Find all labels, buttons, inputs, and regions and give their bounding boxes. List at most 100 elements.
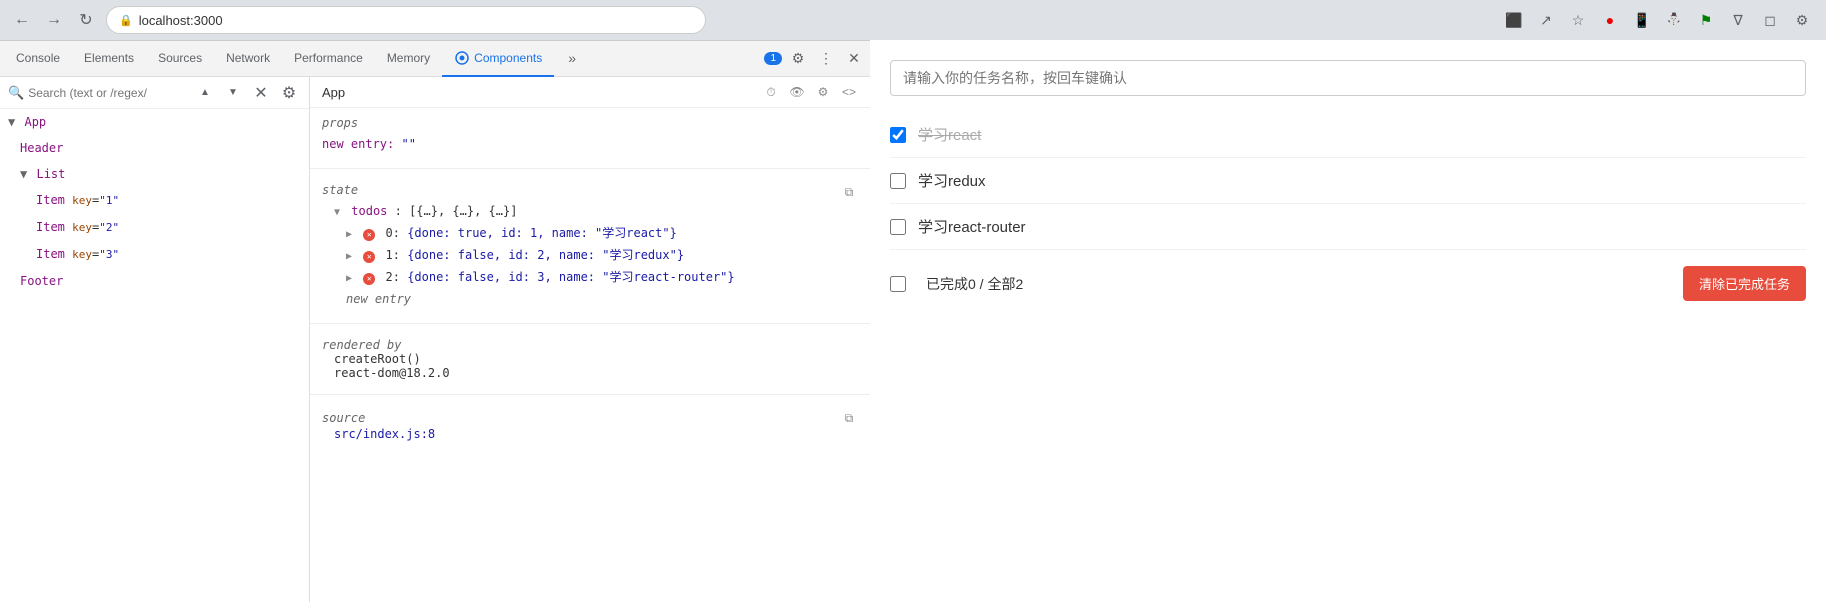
tree-item-item2[interactable]: Item key="2" xyxy=(0,214,309,241)
state-copy-button[interactable]: ⧉ xyxy=(840,183,858,201)
todo-checkbox-2[interactable] xyxy=(890,173,906,189)
tree-item-item3[interactable]: Item key="3" xyxy=(0,241,309,268)
todos-expand-arrow: ▼ xyxy=(334,207,340,218)
forward-button[interactable]: → xyxy=(42,8,66,32)
tab-sources[interactable]: Sources xyxy=(146,41,214,77)
extension2-icon[interactable]: 📱 xyxy=(1628,6,1656,34)
todo-footer-left: 已完成0 / 全部2 xyxy=(890,274,1023,294)
tab-memory[interactable]: Memory xyxy=(375,41,442,77)
eye-button[interactable]: 👁 xyxy=(788,83,806,101)
item2-value: {done: false, id: 3, name: "学习react-rout… xyxy=(407,270,734,284)
tab-console[interactable]: Console xyxy=(4,41,72,77)
tab-elements[interactable]: Elements xyxy=(72,41,146,77)
footer-component-name: Footer xyxy=(20,274,63,288)
state-item2-row[interactable]: ▶ ✕ 2: {done: false, id: 3, name: "学习rea… xyxy=(322,267,858,289)
item1-key-label: key xyxy=(72,194,92,207)
todo-text-2: 学习redux xyxy=(918,170,986,191)
list-toggle: ▼ xyxy=(20,167,27,181)
todo-count: 已完成0 / 全部2 xyxy=(926,274,1023,294)
cast-icon[interactable]: ⬛ xyxy=(1500,6,1528,34)
search-input[interactable] xyxy=(28,86,189,100)
props-section: props new entry: "" xyxy=(310,108,870,162)
settings-panel-button[interactable]: ⚙ xyxy=(814,83,832,101)
props-title: props xyxy=(322,116,858,130)
sources-tab-label: Sources xyxy=(158,51,202,65)
more-options-button[interactable]: ⋮ xyxy=(814,47,838,71)
all-checkbox[interactable] xyxy=(890,276,906,292)
share-icon[interactable]: ↗ xyxy=(1532,6,1560,34)
tab-network[interactable]: Network xyxy=(214,41,282,77)
clear-done-button[interactable]: 清除已完成任务 xyxy=(1683,266,1806,301)
state-title: state xyxy=(322,183,358,197)
item0-value: {done: true, id: 1, name: "学习react"} xyxy=(407,226,677,240)
state-item0-row[interactable]: ▶ ✕ 0: {done: true, id: 1, name: "学习reac… xyxy=(322,223,858,245)
item3-key-label: key xyxy=(72,248,92,261)
item3-component-name: Item xyxy=(36,247,65,261)
search-down-button[interactable]: ▼ xyxy=(221,81,245,105)
item0-expand: ▶ xyxy=(346,229,352,240)
props-panel: App ⏱ 👁 ⚙ <> props new entry: "" xyxy=(310,77,870,602)
state-item1-row[interactable]: ▶ ✕ 1: {done: false, id: 2, name: "学习red… xyxy=(322,245,858,267)
tree-item-header[interactable]: Header xyxy=(0,135,309,161)
todo-item-2: 学习redux xyxy=(890,158,1806,204)
tab-components[interactable]: Components xyxy=(442,41,554,77)
address-bar[interactable]: 🔒 localhost:3000 xyxy=(106,6,706,34)
state-todos-collapsed[interactable]: ▼ todos : [{…}, {…}, {…}] xyxy=(322,201,858,223)
main-area: Console Elements Sources Network Perform… xyxy=(0,40,1826,602)
tree-settings-button[interactable]: ⚙ xyxy=(277,81,301,105)
divider-2 xyxy=(310,323,870,324)
timer-button[interactable]: ⏱ xyxy=(762,83,780,101)
todos-key: todos xyxy=(351,204,387,218)
item1-component-name: Item xyxy=(36,193,65,207)
todo-checkbox-1[interactable] xyxy=(890,127,906,143)
star-icon[interactable]: ☆ xyxy=(1564,6,1592,34)
tab-more[interactable]: » xyxy=(556,41,588,77)
memory-tab-label: Memory xyxy=(387,51,430,65)
source-section: source ⧉ src/index.js:8 xyxy=(310,401,870,449)
back-button[interactable]: ← xyxy=(10,8,34,32)
rendered-by-line2: react-dom@18.2.0 xyxy=(322,366,858,380)
extension7-icon[interactable]: ⚙ xyxy=(1788,6,1816,34)
todo-text-3: 学习react-router xyxy=(918,216,1026,237)
address-text: localhost:3000 xyxy=(139,13,223,28)
devtools-panel: Console Elements Sources Network Perform… xyxy=(0,40,870,602)
header-component-name: Header xyxy=(20,141,63,155)
tree-item-list[interactable]: ▼ List xyxy=(0,161,309,187)
search-up-button[interactable]: ▲ xyxy=(193,81,217,105)
source-copy-button[interactable]: ⧉ xyxy=(840,409,858,427)
tree-item-footer[interactable]: Footer xyxy=(0,268,309,294)
state-new-entry: new entry xyxy=(322,289,858,309)
search-icon: 🔍 xyxy=(8,85,24,101)
rendered-by-line1: createRoot() xyxy=(322,352,858,366)
extension5-icon[interactable]: ∇ xyxy=(1724,6,1752,34)
lock-icon: 🔒 xyxy=(119,14,133,27)
devtools-tabs: Console Elements Sources Network Perform… xyxy=(0,41,870,77)
search-clear-button[interactable]: ✕ xyxy=(249,81,273,105)
extension6-icon[interactable]: ◻ xyxy=(1756,6,1784,34)
tree-item-app[interactable]: ▼ App xyxy=(0,109,309,135)
close-devtools-button[interactable]: ✕ xyxy=(842,47,866,71)
props-new-entry-value: "" xyxy=(401,137,415,151)
state-new-entry-label: new entry xyxy=(346,292,411,306)
refresh-button[interactable]: ↻ xyxy=(74,8,98,32)
component-tree: 🔍 ▲ ▼ ✕ ⚙ ▼ App Header ▼ List xyxy=(0,77,310,602)
todo-input[interactable] xyxy=(890,60,1806,96)
tab-performance[interactable]: Performance xyxy=(282,41,375,77)
settings-button[interactable]: ⚙ xyxy=(786,47,810,71)
elements-tab-label: Elements xyxy=(84,51,134,65)
rendered-by-label: rendered by xyxy=(322,338,858,352)
code-button[interactable]: <> xyxy=(840,83,858,101)
source-label: source xyxy=(322,411,365,425)
item1-key-value: "1" xyxy=(99,194,119,207)
tree-toolbar: 🔍 ▲ ▼ ✕ ⚙ xyxy=(0,77,309,109)
extension3-icon[interactable]: ⛄ xyxy=(1660,6,1688,34)
item1-value: {done: false, id: 2, name: "学习redux"} xyxy=(407,248,684,262)
devtools-body: 🔍 ▲ ▼ ✕ ⚙ ▼ App Header ▼ List xyxy=(0,77,870,602)
todo-checkbox-3[interactable] xyxy=(890,219,906,235)
extension1-icon[interactable]: ● xyxy=(1596,6,1624,34)
tree-item-item1[interactable]: Item key="1" xyxy=(0,187,309,214)
todo-app: 学习react 学习redux 学习react-router 已完成0 / 全部… xyxy=(870,40,1826,602)
app-toggle: ▼ xyxy=(8,115,15,129)
extension4-icon[interactable]: ⚑ xyxy=(1692,6,1720,34)
chat-badge: 1 xyxy=(764,52,782,65)
